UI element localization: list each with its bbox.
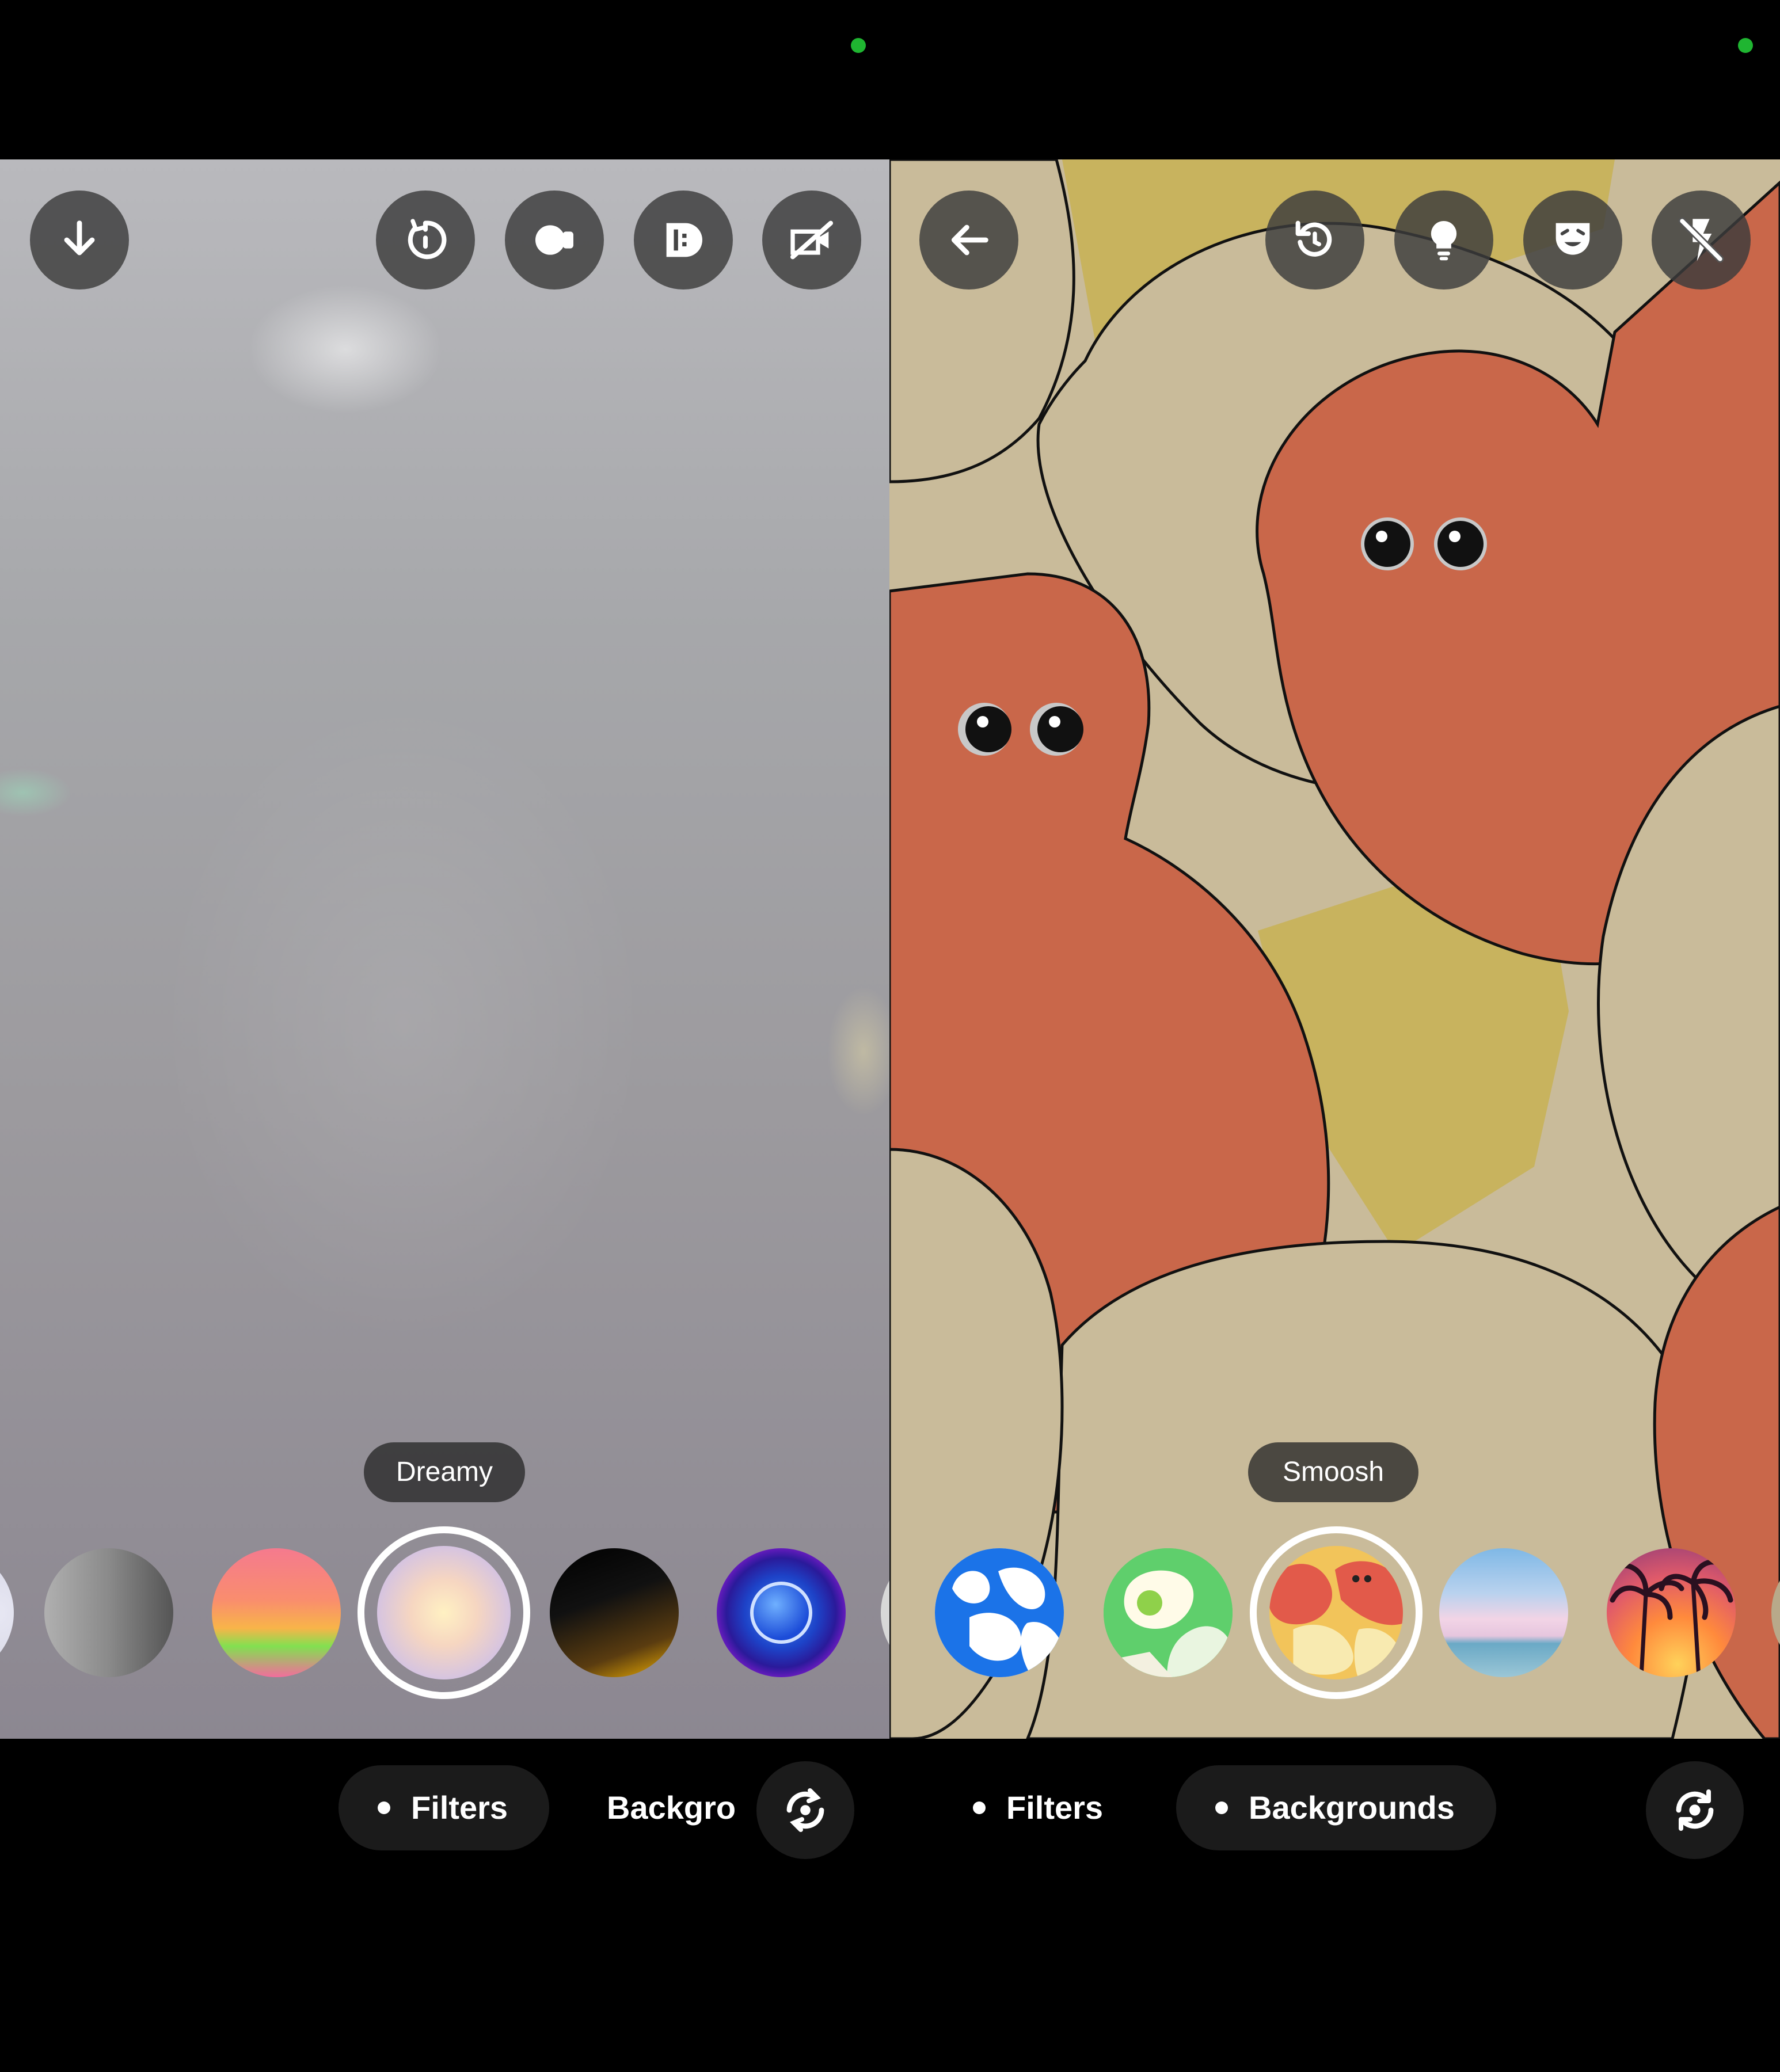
tab-filters[interactable]: Filters	[338, 1765, 549, 1850]
camera-indicator-dot	[851, 38, 866, 53]
download-icon	[64, 220, 95, 256]
camera-indicator-dot	[1738, 38, 1753, 53]
flash-off-icon	[790, 220, 834, 260]
selected-background-label: Smoosh	[1248, 1442, 1418, 1502]
background-thumb-smoosh-selected[interactable]	[1250, 1526, 1423, 1699]
right-camera-panel: Smoosh Filters Backgrounds	[889, 0, 1780, 2072]
timer-button[interactable]	[376, 191, 475, 290]
background-thumb-blue-blobs[interactable]	[935, 1548, 1064, 1677]
flash-off-icon	[1678, 217, 1724, 263]
filter-thumb-rainbow[interactable]	[212, 1548, 341, 1677]
palm-trees-art	[1610, 1559, 1733, 1677]
tab-backgrounds[interactable]: Backgro	[607, 1765, 738, 1850]
switch-camera-button[interactable]	[756, 1761, 854, 1859]
dreamy-swatch	[377, 1546, 511, 1679]
switch-camera-icon	[786, 1788, 824, 1832]
selected-filter-label: Dreamy	[364, 1442, 525, 1502]
camera-off-button[interactable]	[762, 191, 861, 290]
hdr-button[interactable]	[634, 191, 733, 290]
orb-swatch	[750, 1582, 812, 1644]
lightbulb-icon	[1431, 220, 1457, 261]
hdr-icon	[666, 223, 702, 257]
timer-icon	[408, 219, 447, 260]
tab-backgrounds-label: Backgrounds	[1249, 1789, 1455, 1826]
switch-camera-icon	[1676, 1789, 1714, 1831]
back-arrow-icon	[951, 224, 988, 256]
filter-thumb-gray[interactable]	[44, 1548, 173, 1677]
tab-filters-label: Filters	[411, 1789, 508, 1826]
rotate-icon	[1295, 220, 1332, 257]
left-camera-panel: Dreamy Filters Backgro	[0, 0, 889, 2072]
tab-backgrounds-label: Backgro	[607, 1789, 736, 1826]
tab-filters-label: Filters	[1006, 1789, 1104, 1826]
filter-thumb-dark-gold[interactable]	[550, 1548, 679, 1677]
tab-backgrounds[interactable]: Backgrounds	[1176, 1765, 1496, 1850]
blue-blobs-art	[935, 1548, 1064, 1677]
filter-thumb-blue-orb[interactable]	[717, 1548, 846, 1677]
tab-active-dot	[378, 1801, 390, 1814]
switch-camera-button[interactable]	[1646, 1761, 1744, 1859]
back-button[interactable]	[919, 191, 1018, 290]
fried-egg-art	[1104, 1548, 1233, 1677]
background-thumb-palm-trees[interactable]	[1607, 1548, 1736, 1677]
smoosh-swatch	[1269, 1546, 1403, 1679]
reset-button[interactable]	[1265, 191, 1364, 290]
download-button[interactable]	[30, 191, 129, 290]
background-thumb-fried-egg[interactable]	[1104, 1548, 1233, 1677]
background-thumb-sunset-sky[interactable]	[1439, 1548, 1568, 1677]
flash-button[interactable]	[1652, 191, 1751, 290]
spotlight-icon	[535, 225, 573, 255]
tab-dot	[973, 1801, 986, 1814]
tab-active-dot	[1215, 1801, 1228, 1814]
effects-button[interactable]	[1523, 191, 1622, 290]
lighting-button[interactable]	[1394, 191, 1493, 290]
mask-icon	[1555, 223, 1590, 255]
spotlight-button[interactable]	[505, 191, 604, 290]
tab-filters[interactable]: Filters	[973, 1765, 1123, 1850]
filter-thumb-dreamy-selected[interactable]	[357, 1526, 530, 1699]
